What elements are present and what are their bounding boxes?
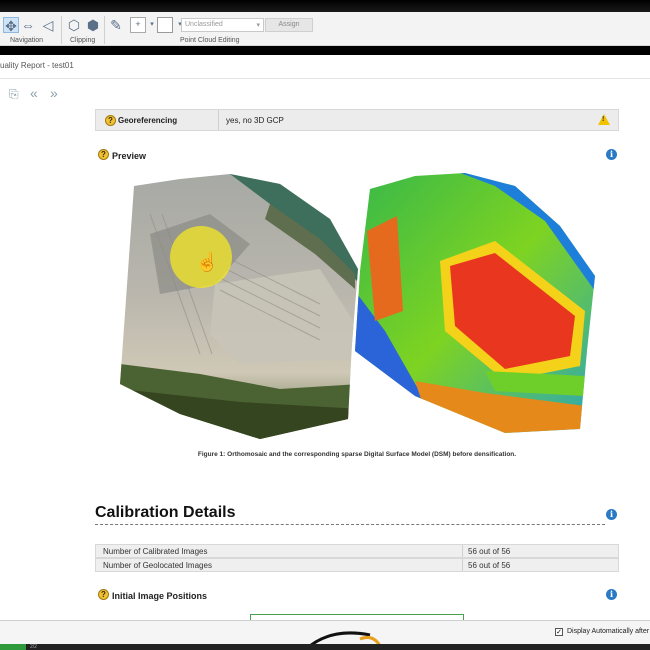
rectangle-select-icon[interactable] <box>157 17 173 33</box>
classification-value: Unclassified <box>185 21 223 28</box>
help-icon[interactable]: ? <box>98 589 109 600</box>
initial-image-positions-title: Initial Image Positions <box>112 591 208 601</box>
screen-bezel-divider <box>0 46 650 55</box>
cell-divider <box>218 110 219 130</box>
screen-bezel-bottom <box>0 644 650 650</box>
cell-divider <box>462 559 463 571</box>
ribbon-group-navigation: Navigation <box>10 37 44 44</box>
cell-divider <box>462 545 463 557</box>
navigation-fly-icon[interactable]: ◁ <box>40 17 56 33</box>
display-automatically-checkbox[interactable]: ✓ <box>555 628 563 636</box>
window-title-bar: uality Report - test01 <box>0 55 650 79</box>
assign-button[interactable]: Assign <box>265 18 313 32</box>
chevron-down-icon: ▾ <box>256 22 260 29</box>
help-icon[interactable]: ? <box>98 149 109 160</box>
display-automatically-label: Display Automatically after <box>567 628 650 635</box>
calibration-row-label: Number of Calibrated Images <box>103 547 208 556</box>
quality-report-body: ? Georeferencing yes, no 3D GCP ? Previe… <box>0 109 650 620</box>
screen-bezel-top <box>0 0 650 12</box>
next-page-icon[interactable]: » <box>50 85 58 101</box>
window-title: uality Report - test01 <box>0 61 74 70</box>
page-count: 2/2 <box>30 644 37 650</box>
ribbon-group-point-cloud: Point Cloud Editing <box>180 37 240 44</box>
info-icon[interactable]: i <box>606 149 617 160</box>
toolbar-ribbon: ✥ ⇔ ◁ Navigation ⬡ ⬢ Clipping ✎ + ▾ ▾ Un… <box>0 12 650 46</box>
preview-caption: Figure 1: Orthomosaic and the correspond… <box>197 451 517 458</box>
calibration-row: Number of Geolocated Images 56 out of 56 <box>95 558 619 572</box>
georeferencing-value: yes, no 3D GCP <box>226 116 284 125</box>
georeferencing-row: ? Georeferencing yes, no 3D GCP <box>95 109 619 131</box>
section-divider <box>95 524 605 525</box>
clipping-cube-icon[interactable]: ⬢ <box>85 17 101 33</box>
export-icon[interactable]: ⎘ <box>9 87 19 102</box>
previous-page-icon[interactable]: « <box>30 85 38 101</box>
info-icon[interactable]: i <box>606 589 617 600</box>
brush-icon[interactable]: ✎ <box>108 17 124 33</box>
orthomosaic-image <box>120 174 358 439</box>
warning-icon <box>598 114 610 125</box>
info-icon[interactable]: i <box>606 509 617 520</box>
preview-title: Preview <box>112 151 147 161</box>
clipping-box-icon[interactable]: ⬡ <box>66 17 82 33</box>
georeferencing-label: Georeferencing <box>118 116 178 125</box>
ribbon-group-clipping: Clipping <box>70 37 96 44</box>
calibration-row-value: 56 out of 56 <box>468 561 511 570</box>
calibration-details-title: Calibration Details <box>95 504 236 521</box>
ribbon-separator <box>61 16 62 44</box>
sparse-dsm-image <box>355 173 595 433</box>
navigation-pan-icon[interactable]: ✥ <box>3 17 19 34</box>
navigation-orbit-icon[interactable]: ⇔ <box>20 17 36 33</box>
calibration-row: Number of Calibrated Images 56 out of 56 <box>95 544 619 558</box>
help-icon[interactable]: ? <box>105 115 116 126</box>
ribbon-separator <box>104 16 105 44</box>
hand-cursor-icon: ☝ <box>196 252 219 272</box>
calibration-row-value: 56 out of 56 <box>468 547 511 556</box>
calibration-row-label: Number of Geolocated Images <box>103 561 212 570</box>
page-progress-bar <box>0 644 26 650</box>
classification-select[interactable]: Unclassified ▾ <box>181 18 264 32</box>
report-navigation-bar: ⎘ « » <box>0 79 650 109</box>
